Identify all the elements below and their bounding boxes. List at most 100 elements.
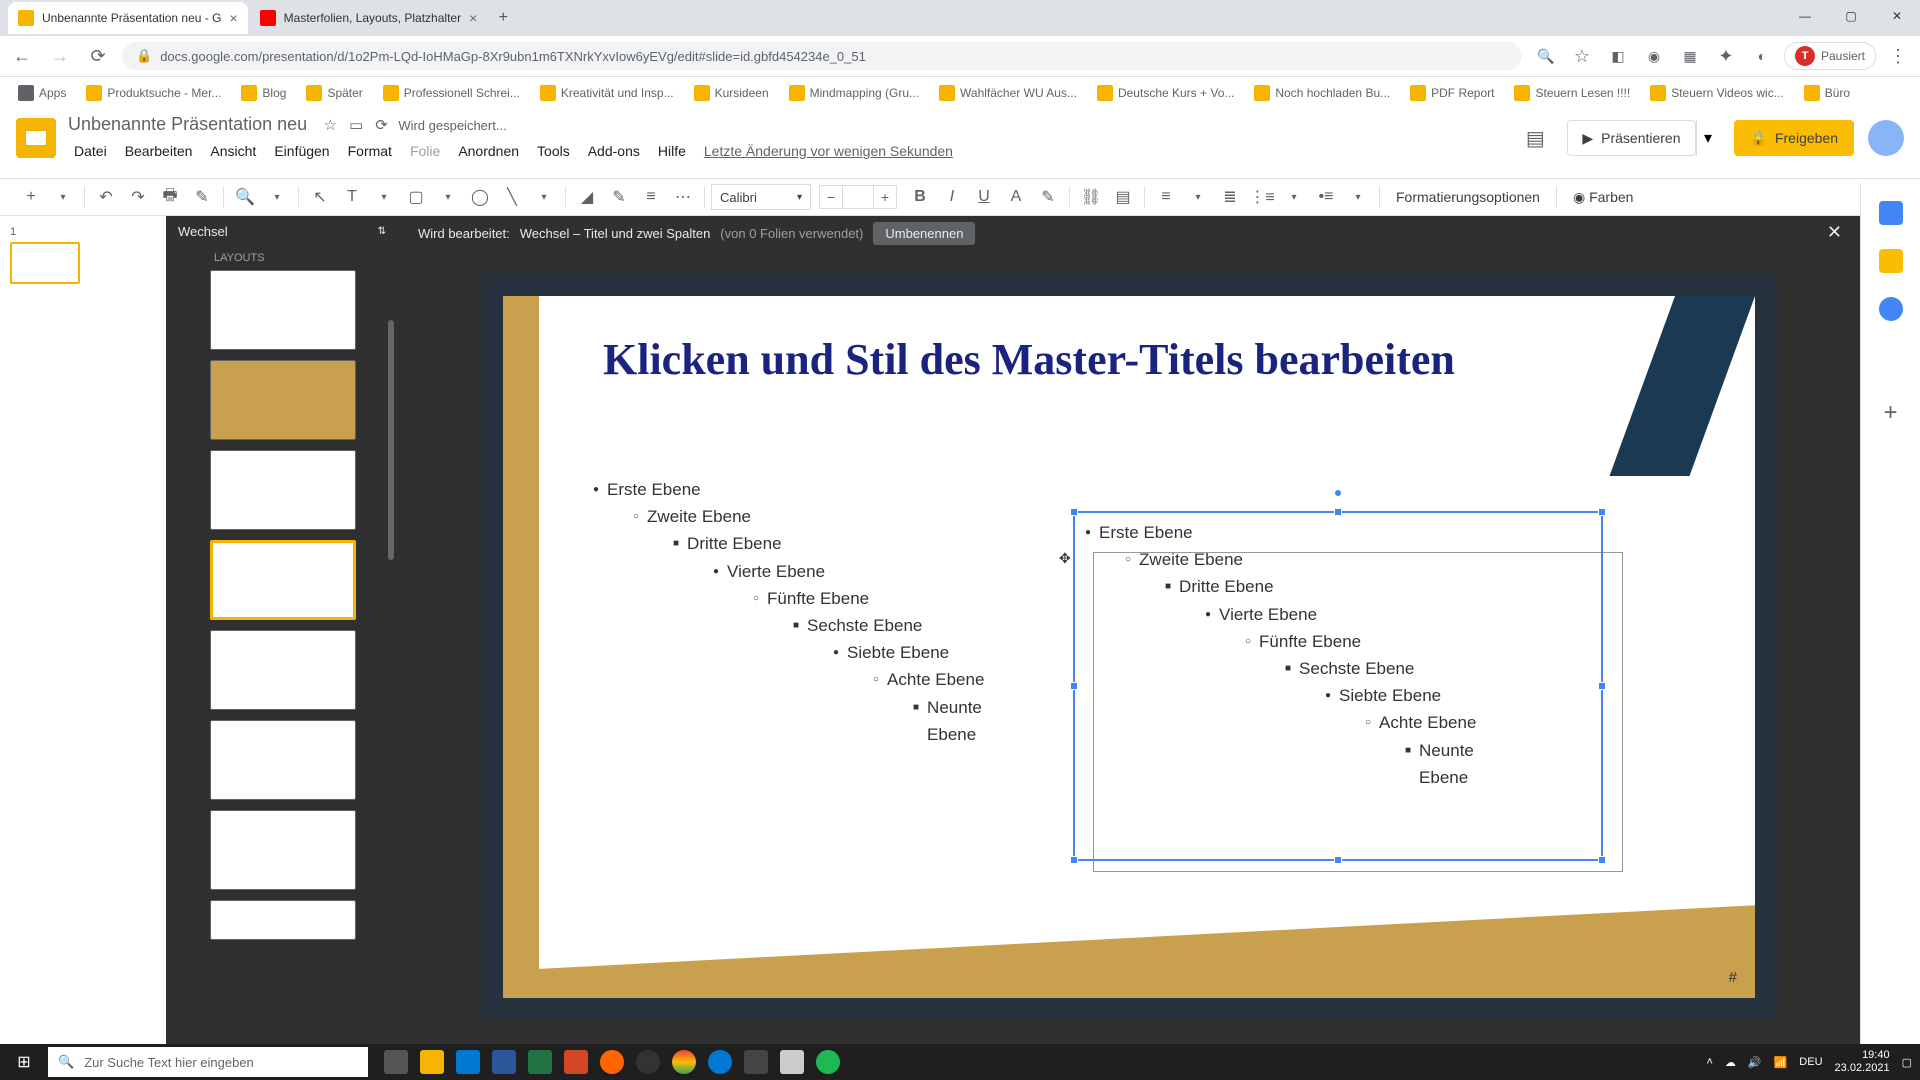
selection-handle[interactable] xyxy=(1334,508,1342,516)
maximize-button[interactable]: ▢ xyxy=(1828,0,1874,32)
comments-button[interactable]: ▤ xyxy=(1517,120,1553,156)
bookmark-item[interactable]: Büro xyxy=(1798,81,1856,105)
bookmark-item[interactable]: Deutsche Kurs + Vo... xyxy=(1091,81,1240,105)
selection-handle[interactable] xyxy=(1598,508,1606,516)
selection-handle[interactable] xyxy=(1070,682,1078,690)
forward-button[interactable]: → xyxy=(46,42,74,70)
layout-thumbnail-selected[interactable] xyxy=(210,540,356,620)
select-tool[interactable]: ↖ xyxy=(305,182,335,212)
profile-button[interactable]: T Pausiert xyxy=(1784,42,1876,70)
menu-tools[interactable]: Tools xyxy=(531,139,576,163)
chevron-down-icon[interactable]: ▾ xyxy=(433,182,463,212)
menu-view[interactable]: Ansicht xyxy=(204,139,262,163)
menu-help[interactable]: Hilfe xyxy=(652,139,692,163)
app-icon[interactable] xyxy=(738,1044,774,1080)
reload-button[interactable]: ⟳ xyxy=(84,42,112,70)
zoom-button[interactable]: 🔍 xyxy=(230,182,260,212)
task-view-button[interactable] xyxy=(378,1044,414,1080)
language-indicator[interactable]: DEU xyxy=(1799,1056,1822,1068)
tasks-icon[interactable] xyxy=(1879,297,1903,321)
cloud-icon[interactable]: ⟳ xyxy=(375,116,388,134)
star-icon[interactable]: ☆ xyxy=(324,116,337,134)
content-placeholder-left[interactable]: Erste Ebene Zweite Ebene Dritte Ebene Vi… xyxy=(593,476,1043,748)
wifi-icon[interactable]: 📶 xyxy=(1774,1056,1788,1069)
present-dropdown[interactable]: ▾ xyxy=(1696,120,1720,156)
paint-format-button[interactable]: ✎ xyxy=(187,182,217,212)
slide-title-placeholder[interactable]: Klicken und Stil des Master-Titels bearb… xyxy=(603,334,1503,387)
menu-insert[interactable]: Einfügen xyxy=(268,139,335,163)
close-icon[interactable]: × xyxy=(469,10,477,26)
bookmark-item[interactable]: Steuern Videos wic... xyxy=(1644,81,1790,105)
layout-thumbnail[interactable] xyxy=(210,630,356,710)
move-icon[interactable]: ▭ xyxy=(349,116,363,134)
notifications-icon[interactable]: ▢ xyxy=(1902,1056,1912,1069)
close-master-button[interactable]: ✕ xyxy=(1827,222,1842,243)
bookmark-item[interactable]: Wahlfächer WU Aus... xyxy=(933,81,1083,105)
format-options-button[interactable]: Formatierungsoptionen xyxy=(1386,185,1550,209)
bold-button[interactable]: B xyxy=(905,182,935,212)
apps-bookmark[interactable]: Apps xyxy=(12,81,72,105)
add-panel-button[interactable]: + xyxy=(1883,399,1897,427)
new-tab-button[interactable]: + xyxy=(489,4,517,32)
border-weight-button[interactable]: ≡ xyxy=(636,182,666,212)
layout-thumbnail[interactable] xyxy=(210,270,356,350)
bookmark-item[interactable]: Kreativität und Insp... xyxy=(534,81,680,105)
chevron-down-icon[interactable]: ▾ xyxy=(1343,182,1373,212)
last-edit-link[interactable]: Letzte Änderung vor wenigen Sekunden xyxy=(698,139,959,163)
excel-icon[interactable] xyxy=(522,1044,558,1080)
layouts-list[interactable] xyxy=(166,270,398,950)
close-icon[interactable]: × xyxy=(229,10,237,26)
border-dash-button[interactable]: ⋯ xyxy=(668,182,698,212)
link-button[interactable]: ⛓ xyxy=(1076,182,1106,212)
menu-addons[interactable]: Add-ons xyxy=(582,139,646,163)
image-tool[interactable]: ▢ xyxy=(401,182,431,212)
underline-button[interactable]: U xyxy=(969,182,999,212)
bookmark-item[interactable]: PDF Report xyxy=(1404,81,1500,105)
font-size-increase[interactable]: + xyxy=(873,185,897,209)
chevron-down-icon[interactable]: ▾ xyxy=(48,182,78,212)
fill-color-button[interactable]: ◢ xyxy=(572,182,602,212)
close-window-button[interactable]: ✕ xyxy=(1874,0,1920,32)
selection-handle[interactable] xyxy=(1334,856,1342,864)
star-icon[interactable]: ☆ xyxy=(1568,42,1596,70)
clock[interactable]: 19:40 23.02.2021 xyxy=(1835,1049,1890,1075)
extension-icon[interactable]: ◧ xyxy=(1604,42,1632,70)
menu-arrange[interactable]: Anordnen xyxy=(452,139,525,163)
present-button[interactable]: ▶ Präsentieren xyxy=(1567,120,1695,156)
menu-format[interactable]: Format xyxy=(342,139,398,163)
text-color-button[interactable]: A xyxy=(1001,182,1031,212)
bookmark-item[interactable]: Blog xyxy=(235,81,292,105)
chevron-down-icon[interactable]: ▾ xyxy=(1183,182,1213,212)
menu-edit[interactable]: Bearbeiten xyxy=(119,139,199,163)
url-bar[interactable]: 🔒 docs.google.com/presentation/d/1o2Pm-L… xyxy=(122,42,1522,70)
chevron-down-icon[interactable]: ▾ xyxy=(1279,182,1309,212)
bookmark-item[interactable]: Mindmapping (Gru... xyxy=(783,81,925,105)
obs-icon[interactable] xyxy=(630,1044,666,1080)
rotate-handle[interactable] xyxy=(1334,489,1342,497)
windows-search[interactable]: 🔍 Zur Suche Text hier eingeben xyxy=(48,1047,368,1077)
onedrive-icon[interactable]: ☁ xyxy=(1725,1056,1736,1069)
zoom-icon[interactable]: 🔍 xyxy=(1532,42,1560,70)
comment-button[interactable]: ▤ xyxy=(1108,182,1138,212)
minimize-button[interactable]: — xyxy=(1782,0,1828,32)
shape-tool[interactable]: ◯ xyxy=(465,182,495,212)
bookmark-item[interactable]: Kursideen xyxy=(688,81,775,105)
system-tray[interactable]: ˄ ☁ 🔊 📶 DEU 19:40 23.02.2021 ▢ xyxy=(1706,1049,1920,1075)
content-placeholder-right-selected[interactable]: ✥ Erste Ebene Zweite Ebene Dritte Ebene xyxy=(1073,511,1603,861)
user-avatar[interactable] xyxy=(1868,120,1904,156)
explorer-icon[interactable] xyxy=(414,1044,450,1080)
tray-chevron-icon[interactable]: ˄ xyxy=(1706,1056,1712,1068)
bookmark-item[interactable]: Produktsuche - Mer... xyxy=(80,81,227,105)
share-button[interactable]: 🔒 Freigeben xyxy=(1734,120,1854,156)
edge-new-icon[interactable] xyxy=(702,1044,738,1080)
extension-icon[interactable]: ◉ xyxy=(1640,42,1668,70)
page-number-placeholder[interactable]: # xyxy=(1729,969,1737,986)
document-title[interactable]: Unbenannte Präsentation neu xyxy=(68,114,307,134)
bookmark-item[interactable]: Professionell Schrei... xyxy=(377,81,526,105)
selection-handle[interactable] xyxy=(1070,508,1078,516)
selection-handle[interactable] xyxy=(1070,856,1078,864)
themes-button[interactable]: ◉ Farben xyxy=(1563,185,1643,210)
extensions-button[interactable]: ✦ xyxy=(1712,42,1740,70)
keep-icon[interactable] xyxy=(1879,249,1903,273)
menu-button[interactable]: ⋮ xyxy=(1884,42,1912,70)
